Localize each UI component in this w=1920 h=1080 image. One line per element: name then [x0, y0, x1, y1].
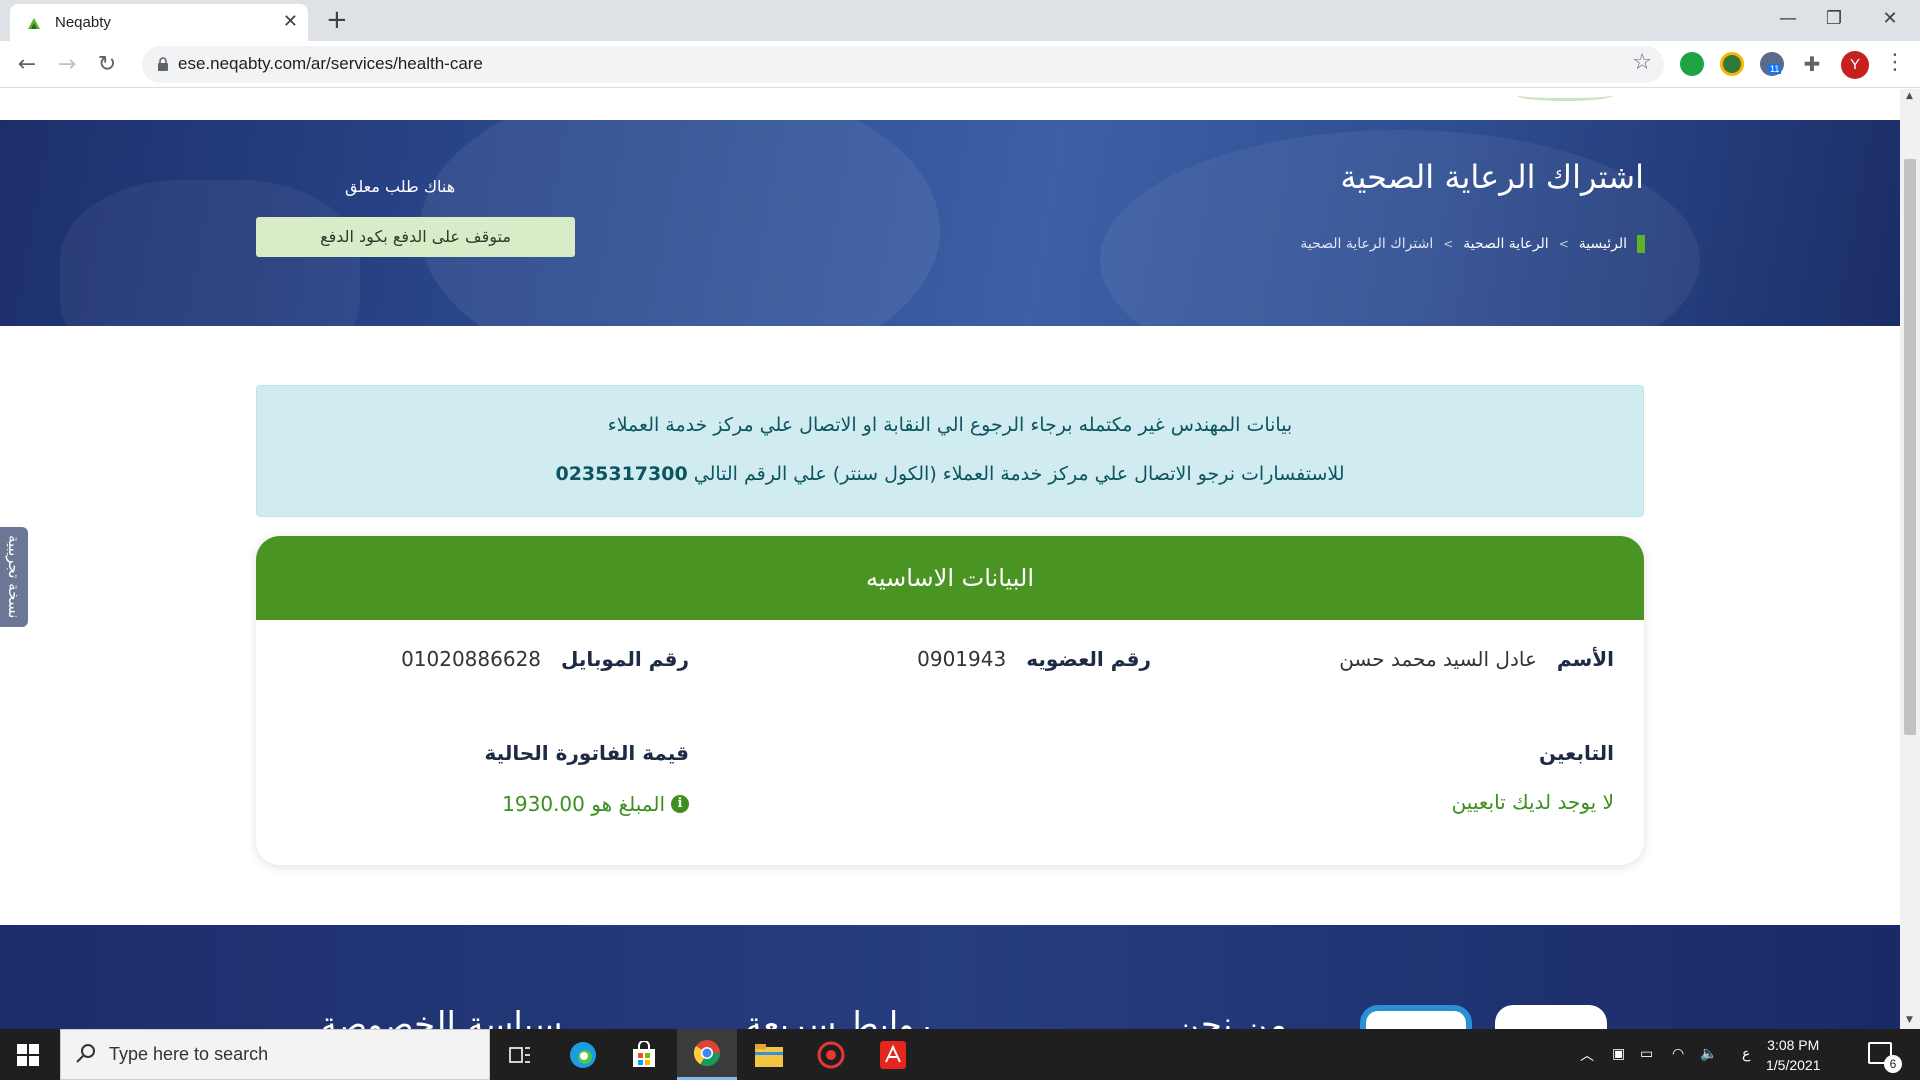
page-viewport: اشتراك الرعاية الصحية الرئيسية > الرعاية…: [0, 89, 1900, 1029]
restore-icon[interactable]: ❐: [1806, 4, 1862, 34]
app-red-icon[interactable]: [801, 1029, 861, 1080]
profile-avatar[interactable]: Y: [1841, 51, 1869, 79]
site-logo[interactable]: [1516, 89, 1614, 101]
call-center-phone: 0235317300: [555, 463, 688, 485]
mobile-field: رقم الموبايل 01020886628: [401, 647, 689, 671]
pending-status-button[interactable]: متوقف على الدفع بكود الدفع: [256, 217, 575, 257]
info-alert: بيانات المهندس غير مكتمله برجاء الرجوع ا…: [256, 385, 1644, 517]
microsoft-store-icon[interactable]: [614, 1029, 674, 1080]
search-icon: [76, 1044, 95, 1063]
task-view-icon[interactable]: [490, 1029, 550, 1080]
mobile-label: رقم الموبايل: [561, 647, 689, 671]
footer-quick-links-heading: روابط سريعة: [745, 1005, 932, 1029]
page-title: اشتراك الرعاية الصحية: [1340, 158, 1644, 196]
extension-globe-icon[interactable]: [1720, 52, 1744, 76]
extension-badge-count: 11: [1768, 64, 1782, 74]
edge-browser-icon[interactable]: [553, 1029, 613, 1080]
close-window-icon[interactable]: ✕: [1862, 4, 1918, 34]
membership-label: رقم العضويه: [1026, 647, 1151, 671]
scroll-up-arrow-icon[interactable]: ▲: [1906, 91, 1913, 101]
windows-taskbar: Type here to search ︿ ▣ ▭ ◠ 🔈 ع 3:08 PM …: [0, 1029, 1920, 1080]
breadcrumb-separator: >: [1443, 237, 1454, 251]
name-label: الأسم: [1556, 647, 1614, 671]
footer-privacy-heading: سياسة الخصوصة: [320, 1005, 563, 1029]
breadcrumb-current: اشتراك الرعاية الصحية: [1300, 236, 1434, 252]
invoice-amount-text: المبلغ هو 1930.00: [502, 792, 665, 816]
chrome-taskbar-icon[interactable]: [677, 1029, 737, 1080]
clock-date: 1/5/2021: [1766, 1057, 1821, 1073]
back-icon[interactable]: ←: [13, 51, 41, 79]
notification-count-badge: 6: [1884, 1055, 1902, 1073]
mobile-value: 01020886628: [401, 647, 542, 671]
info-icon: i: [671, 795, 689, 813]
input-language-indicator[interactable]: ع: [1742, 1045, 1750, 1062]
address-bar[interactable]: ese.neqabty.com/ar/services/health-care …: [142, 46, 1664, 83]
membership-value: 0901943: [917, 647, 1007, 671]
lock-icon: [158, 57, 168, 71]
dependents-value: لا يوجد لديك تابعيين: [1451, 790, 1614, 814]
forward-icon[interactable]: →: [53, 51, 81, 79]
acrobat-reader-icon[interactable]: [863, 1029, 923, 1080]
breadcrumb-healthcare-link[interactable]: الرعاية الصحية: [1463, 236, 1548, 252]
site-footer: من نحن روابط سريعة سياسة الخصوصة: [0, 925, 1900, 1029]
footer-logo: [1495, 1005, 1607, 1029]
windows-start-icon[interactable]: [17, 1044, 39, 1066]
name-field: الأسم عادل السيد محمد حسن: [1339, 647, 1614, 671]
basic-info-card: البيانات الاساسيه الأسم عادل السيد محمد …: [256, 536, 1644, 865]
pending-request-label: هناك طلب معلق: [345, 177, 456, 196]
scroll-thumb[interactable]: [1904, 159, 1916, 735]
system-clock[interactable]: 3:08 PM 1/5/2021: [1766, 1035, 1821, 1075]
membership-field: رقم العضويه 0901943: [917, 647, 1151, 671]
card-title: البيانات الاساسيه: [256, 536, 1644, 620]
footer-app-logo: [1360, 1005, 1472, 1029]
extensions-puzzle-icon[interactable]: ✚: [1800, 52, 1824, 76]
url-text: ese.neqabty.com/ar/services/health-care: [178, 54, 483, 73]
invoice-heading: قيمة الفاتورة الحالية: [484, 741, 689, 765]
tab-title: Neqabty: [55, 14, 111, 31]
battery-icon[interactable]: ▭: [1640, 1045, 1653, 1062]
bookmark-star-icon[interactable]: ☆: [1632, 50, 1652, 75]
tab-strip: Neqabty ✕ + — ❐ ✕: [0, 0, 1920, 41]
new-tab-icon[interactable]: +: [326, 6, 348, 34]
browser-toolbar: ← → ↻ ese.neqabty.com/ar/services/health…: [0, 41, 1920, 88]
footer-about-heading: من نحن: [1175, 1005, 1288, 1029]
name-value: عادل السيد محمد حسن: [1339, 647, 1537, 671]
dependents-heading: التابعين: [1539, 741, 1614, 765]
reload-icon[interactable]: ↻: [93, 51, 121, 79]
breadcrumb-home-link[interactable]: الرئيسية: [1579, 236, 1627, 252]
extension-badge-icon[interactable]: 11: [1760, 52, 1784, 76]
alert-message: بيانات المهندس غير مكتمله برجاء الرجوع ا…: [607, 414, 1293, 436]
volume-icon[interactable]: 🔈: [1700, 1045, 1717, 1062]
extension-green-icon[interactable]: [1680, 52, 1704, 76]
alert-contact-line: للاستفسارات نرجو الاتصال علي مركز خدمة ا…: [257, 463, 1643, 485]
alert-contact-text: للاستفسارات نرجو الاتصال علي مركز خدمة ا…: [693, 463, 1345, 485]
invoice-amount: i المبلغ هو 1930.00: [502, 792, 689, 816]
hero-banner: اشتراك الرعاية الصحية الرئيسية > الرعاية…: [0, 120, 1900, 326]
page-scrollbar[interactable]: ▲ ▼: [1900, 89, 1920, 1029]
breadcrumb-separator: >: [1558, 237, 1569, 251]
breadcrumb-marker: [1637, 235, 1645, 253]
scroll-down-arrow-icon[interactable]: ▼: [1906, 1015, 1913, 1025]
wifi-icon[interactable]: ◠: [1672, 1045, 1684, 1062]
header-strip: [0, 89, 1900, 120]
file-explorer-icon[interactable]: [739, 1029, 799, 1080]
tray-device-icon[interactable]: ▣: [1612, 1045, 1625, 1062]
search-placeholder: Type here to search: [109, 1044, 269, 1064]
neqabty-favicon-icon: [28, 18, 40, 29]
breadcrumb: الرئيسية > الرعاية الصحية > اشتراك الرعا…: [1300, 235, 1645, 253]
taskbar-search-input[interactable]: Type here to search: [60, 1029, 490, 1080]
tray-chevron-icon[interactable]: ︿: [1580, 1045, 1594, 1065]
close-tab-icon[interactable]: ✕: [283, 11, 298, 33]
beta-version-tab[interactable]: نسخة تجريبية: [0, 527, 28, 627]
clock-time: 3:08 PM: [1767, 1037, 1820, 1053]
browser-menu-icon[interactable]: ⋮: [1884, 50, 1906, 75]
browser-tab[interactable]: Neqabty ✕: [10, 4, 308, 41]
